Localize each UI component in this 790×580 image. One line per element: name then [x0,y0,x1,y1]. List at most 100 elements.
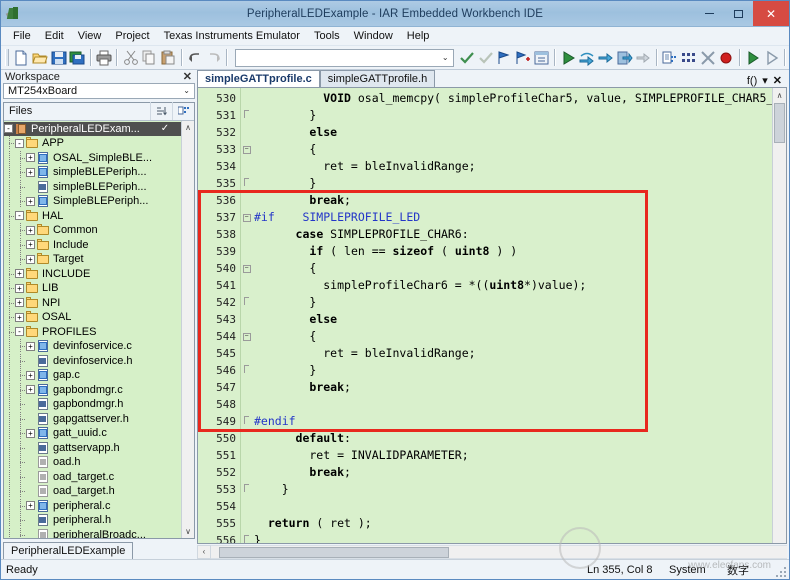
collapse-icon[interactable]: - [4,124,13,133]
tree-item[interactable]: +INCLUDE [4,267,194,282]
open-folder-button[interactable] [31,48,50,68]
resize-grip-icon[interactable] [774,565,786,577]
scroll-up-icon[interactable]: ∧ [773,88,786,102]
code-editor[interactable]: 5305315325335345355365375385395405415425… [197,88,787,544]
chevron-down-icon[interactable]: ▾ [762,74,768,87]
tree-item[interactable]: -PeripheralLEDExam...✓ [4,122,194,137]
code-text[interactable]: VOID osal_memcpy( simpleProfileChar5, va… [252,88,786,543]
tree-item[interactable]: gapbondmgr.h [4,397,194,412]
tree-item[interactable]: oad_target.h [4,484,194,499]
minimize-button[interactable] [695,1,724,26]
expand-icon[interactable]: + [26,371,35,380]
code-line[interactable] [252,498,786,515]
menu-window[interactable]: Window [347,28,400,44]
workspace-tab-peripheralledexample[interactable]: PeripheralLEDExample [3,542,133,559]
step-into-button[interactable] [597,48,616,68]
chevron-down-icon[interactable]: ⌄ [442,53,449,62]
tree-item[interactable]: devinfoservice.h [4,354,194,369]
go-button[interactable] [559,48,578,68]
tree-item[interactable]: gattservapp.h [4,441,194,456]
tree-item[interactable]: peripheralBroadc... [4,528,194,538]
expand-icon[interactable]: + [15,313,24,322]
next-statement-button[interactable] [634,48,653,68]
close-button[interactable]: ✕ [753,1,789,26]
debug-stop-button[interactable] [762,48,781,68]
clipboard-paste-button[interactable] [159,48,178,68]
code-line[interactable]: } [252,481,786,498]
tree-scroll-container[interactable]: -PeripheralLEDExam...✓-APP+OSAL_SimpleBL… [4,121,194,538]
tree-item[interactable]: -APP [4,136,194,151]
bookmark-add-button[interactable] [514,48,533,68]
code-line[interactable]: } [252,362,786,379]
hscroll-thumb[interactable] [219,547,449,558]
code-line[interactable]: ret = bleInvalidRange; [252,345,786,362]
tree-item[interactable]: +Common [4,223,194,238]
tree-item[interactable]: gapgattserver.h [4,412,194,427]
navigate-button[interactable] [532,48,551,68]
code-line[interactable]: else [252,311,786,328]
code-line[interactable]: #if SIMPLEPROFILE_LED [252,209,786,226]
undo-button[interactable] [186,48,205,68]
copy-button[interactable] [140,48,159,68]
collapse-icon[interactable]: - [15,327,24,336]
tree-item[interactable]: -PROFILES [4,325,194,340]
code-line[interactable]: } [252,532,786,543]
code-line[interactable]: break; [252,379,786,396]
make-build-button[interactable] [661,48,680,68]
expand-icon[interactable]: + [26,385,35,394]
code-line[interactable]: case SIMPLEPROFILE_CHAR6: [252,226,786,243]
code-line[interactable]: break; [252,192,786,209]
menu-file[interactable]: File [6,28,38,44]
tree-item[interactable]: -HAL [4,209,194,224]
menu-tools[interactable]: Tools [307,28,347,44]
close-icon[interactable]: ✕ [183,70,192,83]
expand-icon[interactable]: + [15,269,24,278]
compile-button[interactable] [679,48,698,68]
print-button[interactable] [95,48,114,68]
menu-help[interactable]: Help [400,28,437,44]
stop-build-button[interactable] [698,48,717,68]
code-line[interactable]: { [252,260,786,277]
expand-icon[interactable]: + [26,168,35,177]
tree-item[interactable]: +NPI [4,296,194,311]
menu-edit[interactable]: Edit [38,28,71,44]
new-document-button[interactable] [12,48,31,68]
redo-button[interactable] [204,48,223,68]
tree-item[interactable]: oad_target.c [4,470,194,485]
scrollbar-thumb[interactable] [774,103,785,143]
code-line[interactable]: } [252,175,786,192]
maximize-button[interactable] [724,1,753,26]
save-button[interactable] [49,48,68,68]
expand-icon[interactable]: + [26,429,35,438]
options-icon[interactable] [172,102,194,120]
red-breakpoint-button[interactable] [717,48,736,68]
expand-icon[interactable]: + [26,342,35,351]
tree-item[interactable]: +gap.c [4,368,194,383]
scroll-up-icon[interactable]: ∧ [182,121,194,134]
expand-icon[interactable]: + [26,501,35,510]
step-out-button[interactable] [615,48,634,68]
debug-start-button[interactable] [744,48,763,68]
build-configuration-select[interactable]: MT254xBoard ⌄ [3,83,195,99]
find-next-button[interactable] [476,48,495,68]
code-line[interactable]: ret = bleInvalidRange; [252,158,786,175]
tree-item[interactable]: +devinfoservice.c [4,339,194,354]
tree-item[interactable]: +LIB [4,281,194,296]
expand-icon[interactable]: + [15,298,24,307]
scroll-down-icon[interactable]: ∨ [182,525,194,538]
expand-icon[interactable]: + [26,197,35,206]
fold-toggle-icon[interactable]: − [241,209,252,226]
expand-icon[interactable]: + [26,255,35,264]
menu-texas-instruments-emulator[interactable]: Texas Instruments Emulator [157,28,307,44]
code-line[interactable]: ret = INVALIDPARAMETER; [252,447,786,464]
menu-view[interactable]: View [71,28,109,44]
tree-item[interactable]: peripheral.h [4,513,194,528]
editor-horizontal-scrollbar[interactable]: ‹ [197,544,787,559]
code-line[interactable]: { [252,141,786,158]
tree-item[interactable]: simpleBLEPeriph... [4,180,194,195]
code-line[interactable]: VOID osal_memcpy( simpleProfileChar5, va… [252,90,786,107]
expand-icon[interactable]: + [26,240,35,249]
expand-icon[interactable]: + [26,226,35,235]
tree-item[interactable]: +OSAL_SimpleBLE... [4,151,194,166]
code-line[interactable]: } [252,294,786,311]
